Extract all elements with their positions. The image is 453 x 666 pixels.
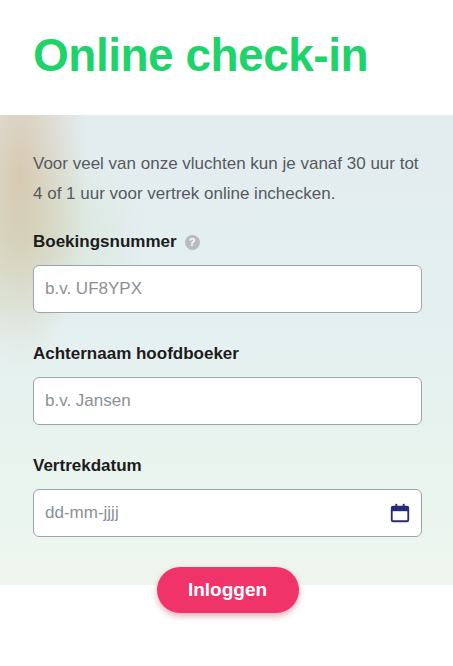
form-field: Vertrekdatum <box>33 455 422 537</box>
text-input[interactable] <box>45 267 411 311</box>
text-input[interactable] <box>45 379 411 423</box>
field-label: Boekingsnummer <box>33 231 177 253</box>
input-box <box>33 265 422 313</box>
checkin-panel: Voor veel van onze vluchten kun je vanaf… <box>0 115 453 613</box>
field-label: Vertrekdatum <box>33 455 142 477</box>
form-field: Achternaam hoofdboeker <box>33 343 422 425</box>
label-row: Vertrekdatum <box>33 455 422 477</box>
intro-text: Voor veel van onze vluchten kun je vanaf… <box>33 149 422 209</box>
login-button[interactable]: Inloggen <box>157 567 299 613</box>
calendar-icon[interactable] <box>389 502 411 524</box>
input-box <box>33 489 422 537</box>
field-label: Achternaam hoofdboeker <box>33 343 239 365</box>
input-box <box>33 377 422 425</box>
header: Online check-in <box>0 0 453 115</box>
button-row: Inloggen <box>33 567 422 613</box>
label-row: Boekingsnummer? <box>33 231 422 253</box>
text-input[interactable] <box>45 491 389 535</box>
page-title: Online check-in <box>33 28 420 83</box>
help-icon[interactable]: ? <box>185 235 200 250</box>
label-row: Achternaam hoofdboeker <box>33 343 422 365</box>
form-field: Boekingsnummer? <box>33 231 422 313</box>
checkin-page: Online check-in Voor veel van onze vlucht… <box>0 0 453 666</box>
